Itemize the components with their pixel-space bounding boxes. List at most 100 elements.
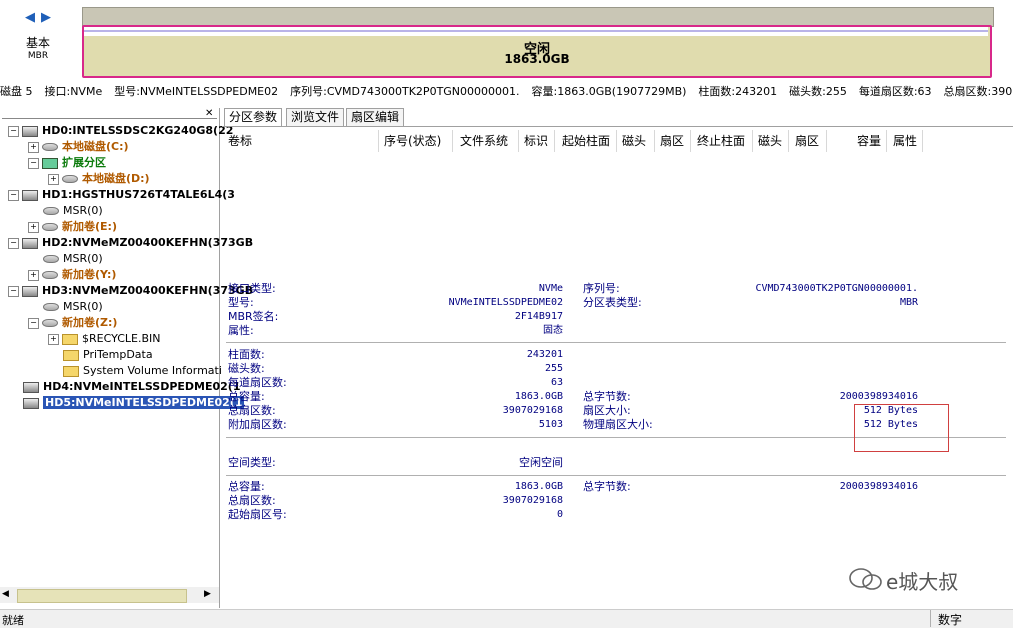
tree-node[interactable]: + 本地磁盘(C:) — [28, 139, 129, 154]
tree-node[interactable]: + $RECYCLE.BIN — [48, 331, 160, 346]
detail-value: 1863.0GB — [514, 481, 563, 492]
folder-icon — [62, 333, 78, 345]
detail-value: MBR — [899, 297, 918, 308]
detail-value: 5103 — [538, 419, 563, 430]
column-header[interactable]: 终止柱面 — [697, 131, 745, 151]
collapse-icon[interactable]: − — [8, 285, 19, 297]
detail-value: 空闲空间 — [519, 456, 563, 469]
disk-info-line: 磁盘 5 接口:NVMe 型号:NVMeINTELSSDPEDME02 序列号:CVM… — [0, 83, 1013, 101]
tab-sector-edit[interactable]: 扇区编辑 — [346, 108, 405, 126]
close-icon[interactable]: ✕ — [205, 108, 213, 119]
tree-node-label: HD0:INTELSSDSC2KG240G8(22 — [42, 124, 234, 137]
collapse-icon[interactable]: − — [8, 237, 19, 249]
forward-arrow-icon[interactable]: ▶ — [41, 10, 51, 25]
expand-icon[interactable]: + — [28, 141, 39, 153]
column-header[interactable]: 扇区 — [795, 131, 819, 151]
column-header[interactable]: 容量 — [857, 131, 881, 151]
info-item: 型号:NVMeINTELSSDPEDME02 — [114, 85, 279, 98]
scrollbar-thumb[interactable] — [17, 589, 187, 603]
expand-icon[interactable]: + — [28, 221, 39, 233]
tree-node[interactable]: HD5:NVMeINTELSSDPEDME02(1 — [8, 395, 245, 410]
detail-label: 总容量: — [228, 390, 265, 403]
tree-node[interactable]: − HD0:INTELSSDSC2KG240G8(22 — [8, 123, 233, 138]
column-divider — [826, 130, 827, 152]
tree-node[interactable]: HD4:NVMeINTELSSDPEDME02(1 — [8, 379, 240, 394]
status-separator — [930, 610, 931, 627]
expand-icon[interactable]: + — [48, 173, 59, 185]
collapse-icon[interactable]: − — [28, 317, 39, 329]
tree-node[interactable]: + 新加卷(E:) — [28, 219, 117, 234]
column-divider — [788, 130, 789, 152]
collapse-icon[interactable]: − — [8, 125, 19, 137]
column-header[interactable]: 属性 — [893, 131, 917, 151]
tree-node[interactable]: + 新加卷(Y:) — [28, 267, 116, 282]
numlock-indicator: 数字 — [938, 613, 963, 627]
tree-node[interactable]: MSR(0) — [28, 251, 103, 266]
tree-node[interactable]: − 新加卷(Z:) — [28, 315, 117, 330]
info-item: 容量:1863.0GB(1907729MB) — [531, 85, 687, 98]
back-arrow-icon[interactable]: ◀ — [25, 10, 35, 25]
collapse-icon[interactable]: − — [28, 157, 39, 169]
column-header[interactable]: 标识 — [524, 131, 548, 151]
volume-icon — [42, 271, 58, 279]
column-header[interactable]: 扇区 — [660, 131, 684, 151]
scroll-right-icon[interactable]: ▶ — [204, 589, 211, 599]
tree-node-label: $RECYCLE.BIN — [82, 332, 161, 345]
column-divider — [616, 130, 617, 152]
volume-icon — [42, 319, 58, 327]
detail-value: 固态 — [543, 325, 563, 336]
column-divider — [752, 130, 753, 152]
scroll-left-icon[interactable]: ◀ — [2, 589, 9, 599]
column-divider — [654, 130, 655, 152]
disk-bar-header — [82, 7, 994, 27]
column-header[interactable]: 磁头 — [758, 131, 782, 151]
column-header[interactable]: 磁头 — [622, 131, 646, 151]
tree-node[interactable]: MSR(0) — [28, 203, 103, 218]
detail-value: CVMD743000TK2P0TGN00000001. — [755, 283, 918, 294]
column-header[interactable]: 起始柱面 — [562, 131, 610, 151]
collapse-icon[interactable]: − — [8, 189, 19, 201]
info-item: 序列号:CVMD743000TK2P0TGN00000001. — [290, 85, 520, 98]
tree-node-label: MSR(0) — [63, 252, 103, 265]
tree-node-label: HD5:NVMeINTELSSDPEDME02(1 — [43, 396, 245, 409]
detail-value: 243201 — [526, 349, 563, 360]
tree-node[interactable]: + 本地磁盘(D:) — [48, 171, 150, 186]
tree-node-label: HD1:HGSTHUS726T4TALE6L4(3 — [42, 188, 235, 201]
tab-browse-files[interactable]: 浏览文件 — [286, 108, 345, 126]
tree-node[interactable]: − 扩展分区 — [28, 155, 106, 170]
info-item: 磁头数:255 — [789, 85, 847, 98]
tree-node[interactable]: − HD1:HGSTHUS726T4TALE6L4(3 — [8, 187, 235, 202]
free-space-size: 1863.0GB — [504, 52, 570, 66]
tree-node-label: 本地磁盘(D:) — [82, 172, 150, 185]
info-item: 总扇区数:3907029168 — [943, 85, 1013, 98]
column-header[interactable]: 文件系统 — [460, 131, 508, 151]
detail-value: 1863.0GB — [514, 391, 563, 402]
detail-label: 每道扇区数: — [228, 376, 287, 389]
detail-label: 序列号: — [583, 282, 620, 295]
tree-node-label: MSR(0) — [63, 300, 103, 313]
highlight-box — [854, 404, 949, 452]
folder-icon — [63, 349, 79, 361]
expand-icon[interactable]: + — [28, 269, 39, 281]
tree-node[interactable]: System Volume Informati — [48, 363, 222, 378]
detail-label: 附加扇区数: — [228, 418, 287, 431]
expand-icon[interactable]: + — [48, 333, 59, 345]
tree-node[interactable]: PriTempData — [48, 347, 153, 362]
volume-icon — [43, 255, 59, 263]
info-item: 柱面数:243201 — [698, 85, 778, 98]
column-header[interactable]: 序号(状态) — [384, 131, 441, 151]
disk-icon — [23, 381, 39, 393]
column-header[interactable]: 卷标 — [228, 131, 252, 151]
detail-value: 255 — [544, 363, 563, 374]
wechat-icon — [849, 568, 882, 590]
tree-node-label: 新加卷(Z:) — [62, 316, 118, 329]
column-divider — [518, 130, 519, 152]
detail-label: 属性: — [228, 324, 254, 337]
tab-partition-params[interactable]: 分区参数 — [224, 108, 283, 127]
tree-node[interactable]: MSR(0) — [28, 299, 103, 314]
detail-label: 起始扇区号: — [228, 508, 287, 521]
detail-label: 物理扇区大小: — [583, 418, 653, 431]
tree-node[interactable]: − HD3:NVMeMZ00400KEFHN(373GB — [8, 283, 253, 298]
disk-type-label: 基本 — [25, 36, 50, 50]
tree-node[interactable]: − HD2:NVMeMZ00400KEFHN(373GB — [8, 235, 253, 250]
